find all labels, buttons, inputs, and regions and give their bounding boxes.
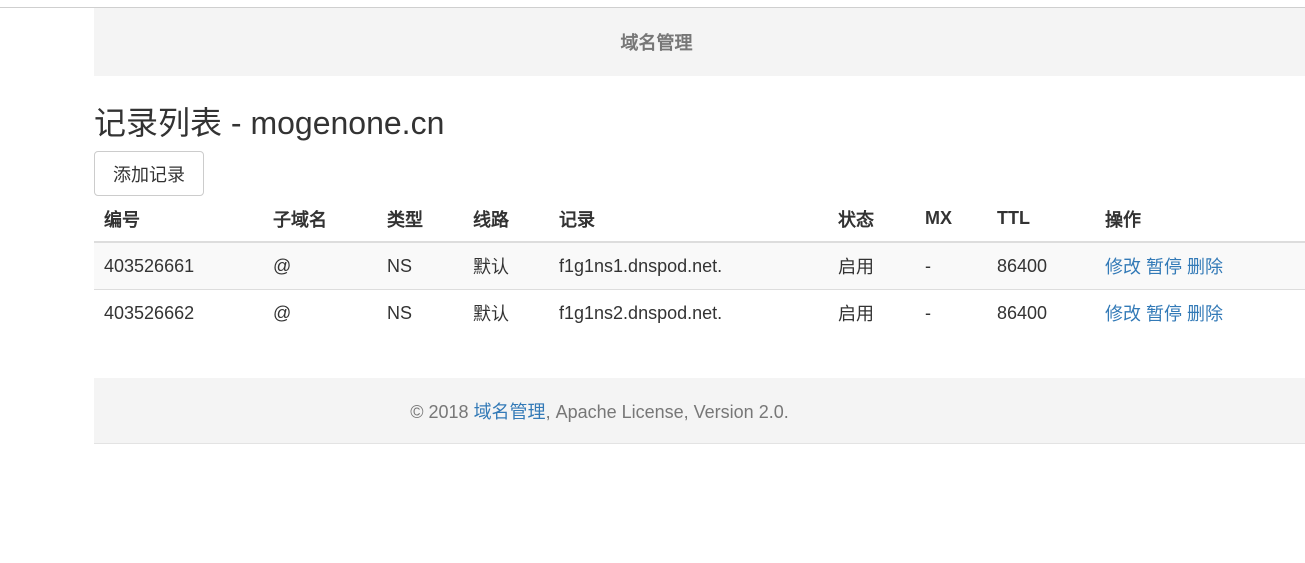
- cell-subdomain: @: [263, 242, 377, 290]
- cell-id: 403526661: [94, 242, 263, 290]
- column-header-type: 类型: [377, 196, 463, 243]
- cell-actions: 修改 暂停 删除: [1095, 242, 1305, 290]
- cell-status: 启用: [838, 304, 874, 324]
- table-header-row: 编号 子域名 类型 线路 记录 状态 MX TTL 操作: [94, 196, 1305, 243]
- footer-home-link[interactable]: 域名管理: [474, 402, 546, 422]
- delete-link[interactable]: 删除: [1187, 257, 1223, 277]
- cell-type: NS: [377, 242, 463, 290]
- cell-ttl: 86400: [997, 302, 1048, 323]
- pause-link[interactable]: 暂停: [1146, 304, 1182, 324]
- cell-record: f1g1ns2.dnspod.net.: [559, 302, 723, 323]
- add-record-button[interactable]: 添加记录: [94, 151, 204, 196]
- cell-line: 默认: [473, 304, 509, 324]
- cell-record: f1g1ns1.dnspod.net.: [549, 242, 828, 290]
- cell-actions: 修改 暂停 删除: [1095, 290, 1305, 337]
- pause-link[interactable]: 暂停: [1146, 257, 1182, 277]
- records-table: 编号 子域名 类型 线路 记录 状态 MX TTL 操作 403526661 @…: [94, 196, 1305, 336]
- browser-top-edge: [0, 0, 1305, 8]
- cell-id: 403526662: [104, 302, 195, 323]
- column-header-record: 记录: [549, 196, 828, 243]
- navbar: 域名管理: [94, 8, 1305, 76]
- footer-text: © 2018 域名管理, Apache License, Version 2.0…: [410, 398, 788, 424]
- column-header-line: 线路: [463, 196, 549, 243]
- footer: © 2018 域名管理, Apache License, Version 2.0…: [94, 378, 1305, 444]
- cell-mx: -: [925, 302, 931, 323]
- column-header-mx: MX: [915, 196, 987, 243]
- column-header-subdomain: 子域名: [263, 196, 377, 243]
- column-header-actions: 操作: [1095, 196, 1305, 243]
- footer-license: , Apache License, Version 2.0.: [545, 401, 789, 422]
- cell-type: NS: [387, 302, 413, 323]
- column-header-id: 编号: [94, 196, 263, 243]
- page-title: 记录列表 - mogenone.cn: [94, 105, 445, 141]
- cell-ttl: 86400: [987, 242, 1095, 290]
- delete-link[interactable]: 删除: [1187, 304, 1223, 324]
- cell-line: 默认: [463, 242, 549, 290]
- table-row: 403526662 @ NS 默认 f1g1ns2.dnspod.net. 启用…: [94, 290, 1305, 337]
- cell-mx: -: [915, 242, 987, 290]
- edit-link[interactable]: 修改: [1105, 257, 1141, 277]
- cell-subdomain: @: [273, 302, 292, 323]
- table-row: 403526661 @ NS 默认 f1g1ns1.dnspod.net. 启用…: [94, 242, 1305, 290]
- navbar-brand[interactable]: 域名管理: [621, 29, 693, 55]
- footer-copyright: © 2018: [410, 401, 474, 422]
- column-header-ttl: TTL: [987, 196, 1095, 243]
- column-header-status: 状态: [828, 196, 915, 243]
- cell-status: 启用: [828, 242, 915, 290]
- edit-link[interactable]: 修改: [1105, 304, 1141, 324]
